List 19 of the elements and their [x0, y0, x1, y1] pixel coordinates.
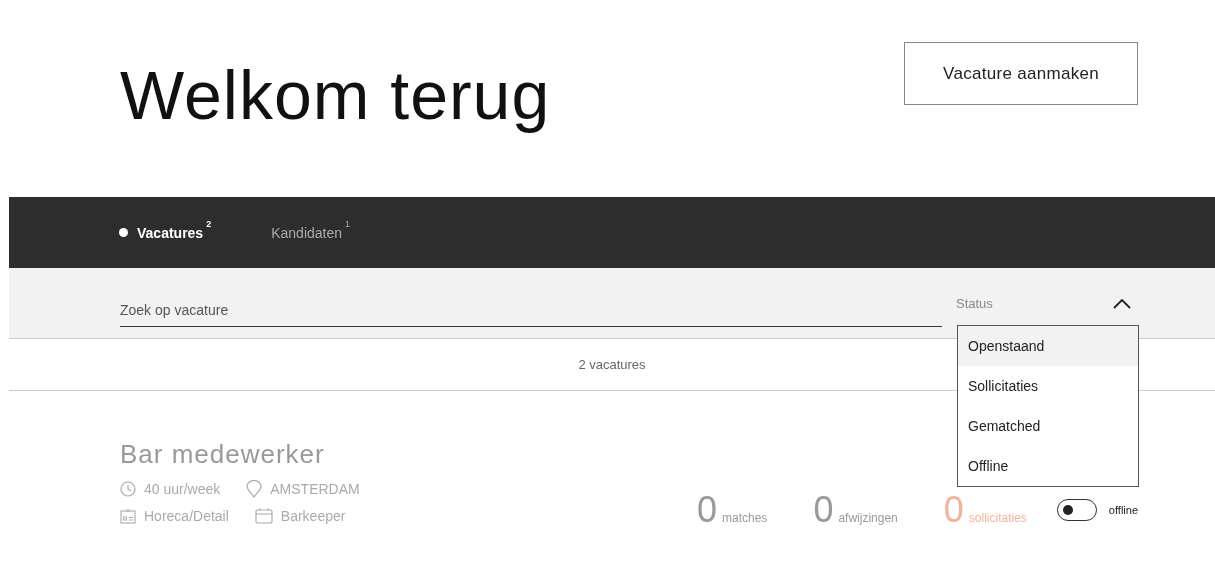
- status-option[interactable]: Sollicitaties: [958, 366, 1138, 406]
- id-card-icon: [120, 508, 136, 524]
- job-location: AMSTERDAM: [270, 481, 360, 497]
- job-function: Barkeeper: [280, 508, 346, 524]
- status-option[interactable]: Offline: [958, 446, 1138, 486]
- page-title: Welkom terug: [120, 55, 551, 134]
- location-pin-icon: [246, 480, 263, 498]
- toggle-label: offline: [1108, 504, 1138, 516]
- status-option[interactable]: Openstaand: [958, 326, 1138, 366]
- clock-icon: [120, 481, 136, 497]
- stat: 0 afwijzingen: [813, 489, 898, 531]
- job-sector: Horeca/Detail: [144, 508, 229, 524]
- create-vacancy-button[interactable]: Vacature aanmaken: [904, 42, 1138, 105]
- status-option[interactable]: Gematched: [958, 406, 1138, 446]
- stat: 0 matches: [697, 489, 768, 531]
- stat: 0 sollicitaties: [943, 489, 1027, 531]
- calendar-icon: [254, 508, 273, 524]
- chevron-icon: [1113, 298, 1131, 309]
- job-hours: 40 uur/week: [144, 481, 221, 497]
